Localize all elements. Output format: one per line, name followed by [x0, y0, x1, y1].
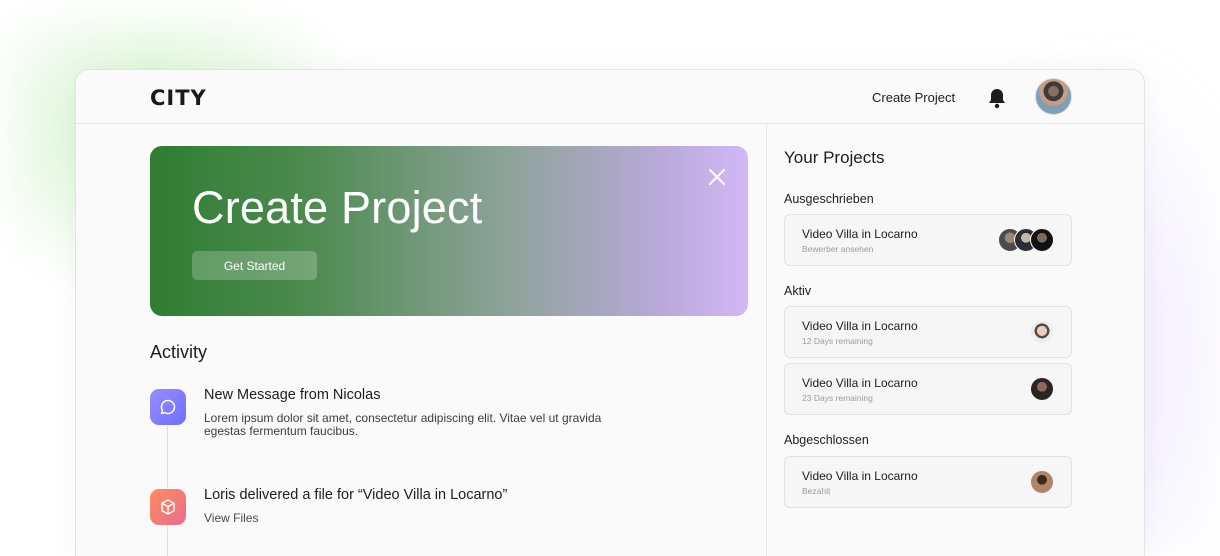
- project-card-subtitle: Bezahlt: [802, 486, 831, 496]
- create-project-banner: Create Project Get Started: [150, 146, 748, 316]
- section-label-ausgeschrieben: Ausgeschrieben: [784, 192, 874, 206]
- app-window: CITY Create Project Create Project Get S…: [75, 69, 1145, 556]
- create-project-link[interactable]: Create Project: [872, 90, 955, 105]
- activity-item-description: Lorem ipsum dolor sit amet, consectetur …: [204, 411, 602, 438]
- avatar: [1030, 377, 1054, 401]
- user-avatar[interactable]: [1035, 78, 1072, 115]
- section-label-aktiv: Aktiv: [784, 284, 812, 298]
- get-started-button[interactable]: Get Started: [192, 251, 317, 280]
- project-card-subtitle: 23 Days remaining: [802, 393, 873, 403]
- column-divider: [766, 124, 767, 556]
- activity-item-title[interactable]: Loris delivered a file for “Video Villa …: [204, 487, 507, 503]
- avatar: [1030, 228, 1054, 252]
- avatar: [1030, 470, 1054, 494]
- project-card[interactable]: Video Villa in Locarno 23 Days remaining: [784, 363, 1072, 415]
- project-card-title: Video Villa in Locarno: [802, 376, 918, 390]
- avatar: [1030, 320, 1054, 344]
- project-card[interactable]: Video Villa in Locarno Bezahlt: [784, 456, 1072, 508]
- project-card[interactable]: Video Villa in Locarno Bewerber ansehen: [784, 214, 1072, 266]
- project-card-title: Video Villa in Locarno: [802, 319, 918, 333]
- project-card[interactable]: Video Villa in Locarno 12 Days remaining: [784, 306, 1072, 358]
- projects-heading: Your Projects: [784, 148, 885, 167]
- chat-bubble-icon: [150, 389, 186, 425]
- activity-item-title[interactable]: New Message from Nicolas: [204, 387, 380, 403]
- banner-title: Create Project: [192, 182, 483, 233]
- section-label-abgeschlossen: Abgeschlossen: [784, 433, 869, 447]
- city-logo[interactable]: CITY: [150, 86, 207, 110]
- top-header: CITY Create Project: [76, 70, 1144, 124]
- project-card-subtitle: 12 Days remaining: [802, 336, 873, 346]
- view-files-link[interactable]: View Files: [204, 512, 634, 525]
- cube-icon: [150, 489, 186, 525]
- project-card-title: Video Villa in Locarno: [802, 227, 918, 241]
- activity-heading: Activity: [150, 342, 208, 362]
- close-icon[interactable]: [706, 166, 728, 188]
- project-card-subtitle[interactable]: Bewerber ansehen: [802, 244, 873, 254]
- bell-icon[interactable]: [985, 86, 1009, 110]
- project-card-title: Video Villa in Locarno: [802, 469, 918, 483]
